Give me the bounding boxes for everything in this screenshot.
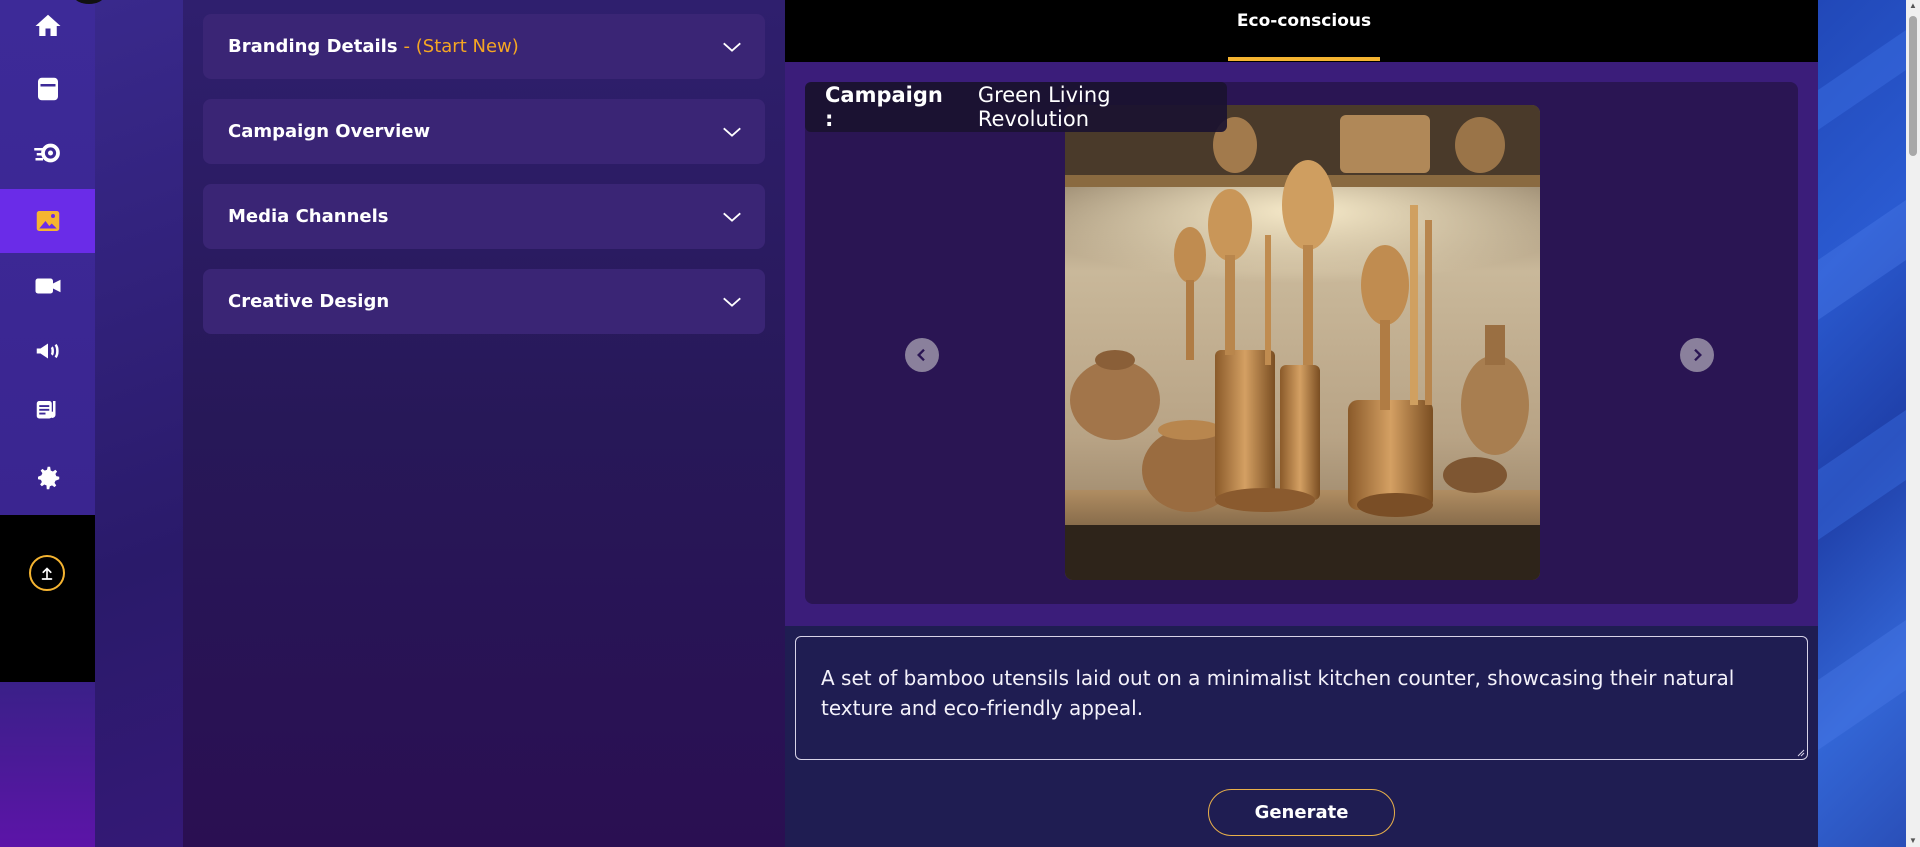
sidebar-nav [0,0,104,515]
upload-icon [41,567,53,580]
chevron-down-icon [723,127,741,137]
preview-area: Campaign : Green Living Revolution [785,62,1818,626]
home-icon [35,14,60,36]
nav-home[interactable] [0,0,95,58]
sidebar [0,0,104,847]
accordion-media-channels[interactable]: Media Channels [203,184,765,249]
nav-campaigns[interactable] [0,319,95,383]
nav-automation[interactable] [0,121,95,185]
nav-video[interactable] [0,254,95,318]
accordion-title: Media Channels [228,206,389,227]
accordion-branding-details[interactable]: Branding Details - (Start New) [203,14,765,79]
generate-button[interactable]: Generate [1208,789,1395,836]
page-scrollbar[interactable]: ▲ ▼ [1906,0,1920,847]
campaign-form: Branding Details - (Start New) Campaign … [183,0,785,847]
generated-image [1065,105,1540,580]
chevron-left-icon [917,348,925,362]
carousel-next-button[interactable] [1680,338,1714,372]
carousel-prev-button[interactable] [905,338,939,372]
bamboo-utensils-image [1065,105,1540,580]
right-decoration [1818,0,1906,847]
scroll-up-icon[interactable]: ▲ [1909,2,1917,10]
settings-sync-icon [33,143,60,163]
video-camera-icon [35,278,60,294]
accordion-title: Campaign Overview [228,121,431,142]
accordion-creative-design[interactable]: Creative Design [203,269,765,334]
chevron-right-icon [1694,348,1702,362]
book-icon [37,77,58,101]
music-note-icon [36,401,56,419]
campaign-name: Green Living Revolution [977,83,1111,131]
megaphone-icon [36,343,59,359]
tab-bar: Eco-conscious [785,0,1818,62]
upload-button[interactable] [29,555,65,591]
chevron-down-icon [723,42,741,52]
start-new-link[interactable]: - (Start New) [404,36,519,57]
image-carousel: Campaign : Green Living Revolution [805,82,1798,604]
sidebar-footer [0,682,95,847]
image-icon [36,211,59,231]
scroll-down-icon[interactable]: ▼ [1909,837,1917,845]
accordion-title: Branding Details [228,36,398,57]
campaign-tag: Campaign : Green Living Revolution [805,82,1227,132]
campaign-label: Campaign : [825,83,943,131]
nav-audio[interactable] [0,379,95,443]
prompt-textarea[interactable]: A set of bamboo utensils laid out on a m… [795,636,1808,760]
tab-eco-conscious[interactable]: Eco-conscious [1228,0,1380,62]
chevron-down-icon [723,297,741,307]
accordion-campaign-overview[interactable]: Campaign Overview [203,99,765,164]
gear-icon [37,466,59,490]
decorative-pattern [1818,30,1906,750]
active-tab-indicator [1228,57,1380,61]
nav-images[interactable] [0,189,95,253]
main-panel: Eco-conscious Campaign : Green Living Re… [785,0,1818,847]
resize-grip-icon[interactable] [1795,747,1805,757]
scrollbar-thumb[interactable] [1909,16,1917,156]
nav-settings[interactable] [0,446,95,510]
upload-panel [0,515,95,682]
prompt-text: A set of bamboo utensils laid out on a m… [821,666,1735,720]
nav-library[interactable] [0,57,95,121]
accordion-title: Creative Design [228,291,390,312]
chevron-down-icon [723,212,741,222]
